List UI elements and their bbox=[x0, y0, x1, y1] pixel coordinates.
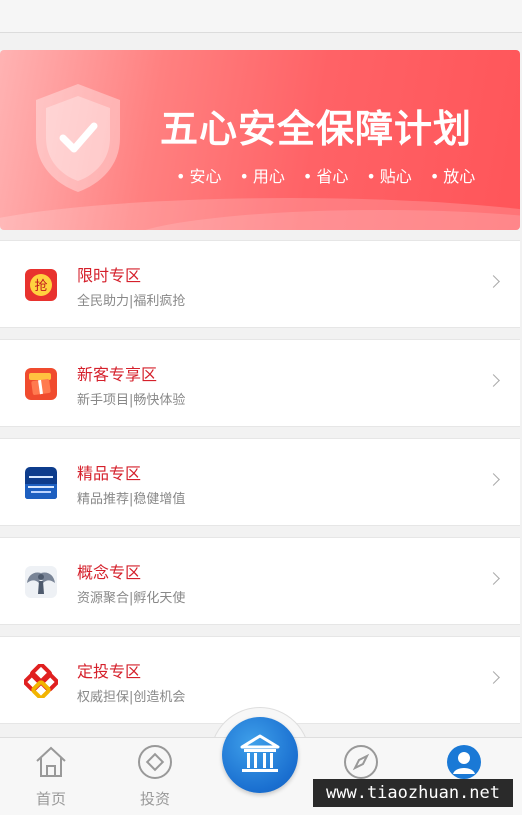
banner-tag: 安心 bbox=[176, 163, 221, 187]
watermark: www.tiaozhuan.net bbox=[313, 779, 513, 807]
section-item-newcomer[interactable]: 新客专享区 新手项目|畅快体验 bbox=[0, 339, 520, 427]
security-banner[interactable]: 五心安全保障计划 安心 用心 省心 贴心 放心 bbox=[0, 50, 520, 230]
center-bank-button[interactable] bbox=[222, 717, 298, 793]
diamond-circle-icon bbox=[138, 745, 172, 779]
banner-tag: 省心 bbox=[303, 163, 348, 187]
tab-home[interactable]: 首页 bbox=[11, 738, 91, 815]
home-icon bbox=[36, 746, 66, 777]
shield-check-icon bbox=[36, 84, 120, 192]
top-bar bbox=[0, 0, 522, 33]
section-desc: 资源聚合|孵化天使 bbox=[77, 591, 186, 606]
section-item-premium[interactable]: 精品专区 精品推荐|稳健增值 bbox=[0, 438, 520, 526]
section-title: 概念专区 bbox=[77, 563, 142, 582]
section-item-limited[interactable]: 抢 限时专区 全民助力|福利疯抢 bbox=[0, 240, 520, 328]
chevron-right-icon bbox=[487, 671, 500, 684]
tab-label: 投资 bbox=[139, 790, 170, 808]
angel-icon bbox=[25, 566, 57, 598]
qiang-icon: 抢 bbox=[25, 269, 57, 301]
banner-tag: 贴心 bbox=[366, 163, 412, 187]
svg-text:抢: 抢 bbox=[34, 278, 47, 294]
section-title: 定投专区 bbox=[77, 662, 142, 681]
chevron-right-icon bbox=[487, 572, 500, 585]
section-title: 限时专区 bbox=[77, 266, 142, 285]
chevron-right-icon bbox=[487, 473, 500, 486]
chevron-right-icon bbox=[487, 374, 500, 387]
cooperation-icon bbox=[25, 467, 57, 499]
tab-invest[interactable]: 投资 bbox=[115, 738, 195, 815]
banner-tags: 安心 用心 省心 贴心 放心 bbox=[176, 163, 475, 187]
tab-label: 首页 bbox=[35, 790, 66, 808]
section-desc: 权威担保|创造机会 bbox=[77, 690, 186, 705]
section-title: 新客专享区 bbox=[77, 365, 158, 384]
user-icon bbox=[447, 745, 481, 779]
section-title: 精品专区 bbox=[77, 464, 142, 483]
banner-tag: 用心 bbox=[239, 163, 285, 187]
banner-title: 五心安全保障计划 bbox=[160, 107, 473, 151]
chevron-right-icon bbox=[487, 275, 500, 288]
section-desc: 精品推荐|稳健增值 bbox=[77, 492, 186, 507]
bank-icon bbox=[240, 734, 280, 772]
section-list: 抢 限时专区 全民助力|福利疯抢 新客专享区 新手项目|畅快体验 精品专区 精品… bbox=[0, 240, 522, 735]
section-desc: 新手项目|畅快体验 bbox=[77, 393, 186, 408]
section-desc: 全民助力|福利疯抢 bbox=[77, 294, 186, 309]
section-item-concept[interactable]: 概念专区 资源聚合|孵化天使 bbox=[0, 537, 520, 625]
chinese-knot-icon bbox=[24, 664, 58, 698]
banner-tag: 放心 bbox=[430, 163, 475, 187]
compass-icon bbox=[344, 745, 378, 779]
gift-icon bbox=[25, 368, 57, 400]
